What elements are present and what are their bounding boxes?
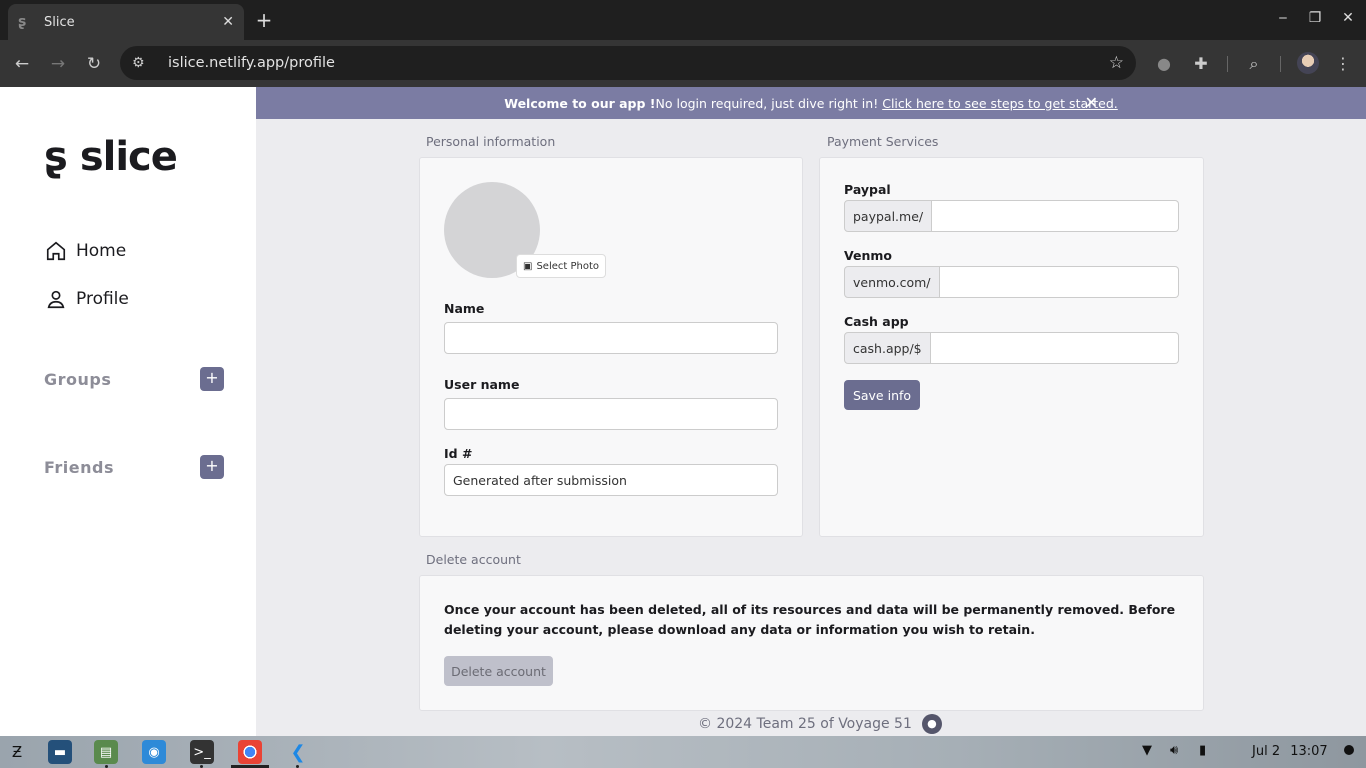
time-text: 13:07 <box>1290 744 1328 759</box>
footer-text: © 2024 Team 25 of Voyage 51 <box>698 716 912 732</box>
cashapp-field[interactable] <box>930 332 1179 364</box>
image-icon: ▣ <box>523 260 533 272</box>
footer: © 2024 Team 25 of Voyage 51 ● <box>698 714 942 734</box>
vscode-icon[interactable]: ❮ <box>286 740 310 764</box>
name-label: Name <box>444 301 485 316</box>
add-group-button[interactable]: + <box>200 367 224 391</box>
groups-section: Groups + <box>44 367 224 391</box>
maximize-icon[interactable]: ❐ <box>1305 10 1325 26</box>
back-icon[interactable]: ← <box>10 52 34 76</box>
venmo-input-group: venmo.com/ <box>844 266 1179 298</box>
select-photo-label: Select Photo <box>536 260 600 272</box>
paypal-prefix: paypal.me/ <box>844 200 933 232</box>
camera-icon[interactable]: ◉ <box>142 740 166 764</box>
delete-account-text: Once your account has been deleted, all … <box>444 602 1176 637</box>
logo-text: slice <box>79 134 178 180</box>
username-field[interactable] <box>444 398 778 430</box>
sidebar: ʂ slice Home Profile Groups + Friends + <box>0 87 256 736</box>
payment-services-card: Paypal paypal.me/ Venmo venmo.com/ Cash … <box>819 157 1204 537</box>
personal-info-title: Personal information <box>426 134 556 149</box>
paypal-field[interactable] <box>932 200 1179 232</box>
name-field[interactable] <box>444 322 778 354</box>
extension-mouse-icon[interactable]: ● <box>1152 52 1176 76</box>
cashapp-prefix: cash.app/$ <box>844 332 931 364</box>
delete-account-button[interactable]: Delete account <box>444 656 553 686</box>
site-settings-icon[interactable]: ⚙ <box>132 55 156 71</box>
forward-icon[interactable]: → <box>46 52 70 76</box>
add-friend-button[interactable]: + <box>200 455 224 479</box>
date-text: Jul 2 <box>1252 744 1281 759</box>
friends-section: Friends + <box>44 455 224 479</box>
os-taskbar: Ƶ ▬ ▤ ◉ >_ ❮ ▼ 🔊︎ ▮ Jul 2 13:07 <box>0 736 1366 768</box>
payment-services-title: Payment Services <box>827 134 939 149</box>
venmo-prefix: venmo.com/ <box>844 266 940 298</box>
battery-icon[interactable]: ▮ <box>1199 743 1206 758</box>
home-icon <box>44 239 68 263</box>
groups-label: Groups <box>44 369 112 389</box>
paypal-input-group: paypal.me/ <box>844 200 1179 232</box>
welcome-banner: Welcome to our app ! No login required, … <box>256 87 1366 119</box>
browser-tab[interactable]: ʂ Slice ✕ <box>8 4 244 40</box>
get-started-link[interactable]: Click here to see steps to get started. <box>882 96 1118 111</box>
clock[interactable]: Jul 2 13:07 <box>1252 744 1328 759</box>
bookmark-star-icon[interactable]: ☆ <box>1109 53 1124 73</box>
app-window-icon[interactable]: ▬ <box>48 740 72 764</box>
venmo-field[interactable] <box>939 266 1179 298</box>
browser-tabstrip: ʂ Slice ✕ + ‒ ❐ ✕ <box>0 0 1366 40</box>
slice-logo[interactable]: ʂ slice <box>44 134 178 180</box>
status-dot-icon[interactable] <box>1344 745 1354 755</box>
id-field[interactable]: Generated after submission <box>444 464 778 496</box>
friends-label: Friends <box>44 457 114 477</box>
reload-icon[interactable]: ↻ <box>82 52 106 76</box>
wifi-icon[interactable]: ▼ <box>1142 743 1152 758</box>
venmo-label: Venmo <box>844 248 892 263</box>
close-window-icon[interactable]: ✕ <box>1338 10 1358 26</box>
save-info-button[interactable]: Save info <box>844 380 920 410</box>
chrome-icon[interactable] <box>238 740 262 764</box>
new-tab-button[interactable]: + <box>254 8 274 32</box>
volume-icon[interactable]: 🔊︎ <box>1170 743 1178 758</box>
github-icon[interactable]: ● <box>921 714 942 734</box>
slice-favicon-icon: ʂ <box>18 14 27 30</box>
launcher-icon[interactable]: Ƶ <box>5 740 29 764</box>
files-icon[interactable]: ▤ <box>94 740 118 764</box>
delete-account-title: Delete account <box>426 552 521 567</box>
tab-close-icon[interactable]: ✕ <box>222 14 234 30</box>
banner-close-icon[interactable]: ✕ <box>1085 93 1098 112</box>
browser-toolbar: ← → ↻ ⚙ islice.netlify.app/profile ☆ ● ✚… <box>0 40 1366 87</box>
profile-avatar[interactable] <box>1297 52 1319 74</box>
personal-info-card: ▣ Select Photo Name User name Id # Gener… <box>419 157 803 537</box>
username-label: User name <box>444 377 520 392</box>
toolbar-separator <box>1227 56 1228 72</box>
select-photo-button[interactable]: ▣ Select Photo <box>516 254 607 278</box>
paypal-label: Paypal <box>844 182 891 197</box>
terminal-icon[interactable]: >_ <box>190 740 214 764</box>
id-label: Id # <box>444 446 473 461</box>
sidebar-item-profile[interactable]: Profile <box>44 287 129 311</box>
toolbar-separator <box>1280 56 1281 72</box>
tab-search-icon[interactable]: ⌕ <box>1242 52 1266 76</box>
sidebar-item-home[interactable]: Home <box>44 239 126 263</box>
sidebar-item-label: Home <box>76 241 127 261</box>
banner-bold-text: Welcome to our app ! <box>504 95 656 111</box>
address-bar[interactable]: ⚙ islice.netlify.app/profile ☆ <box>120 46 1136 80</box>
slice-logo-icon: ʂ <box>44 134 68 180</box>
cashapp-input-group: cash.app/$ <box>844 332 1179 364</box>
banner-text: No login required, just dive right in! <box>655 95 879 111</box>
minimize-icon[interactable]: ‒ <box>1273 10 1293 26</box>
sidebar-item-label: Profile <box>76 289 129 309</box>
url-text[interactable]: islice.netlify.app/profile <box>168 55 335 71</box>
tab-title: Slice <box>44 14 75 30</box>
user-icon <box>44 287 68 311</box>
cashapp-label: Cash app <box>844 314 909 329</box>
extensions-icon[interactable]: ✚ <box>1189 52 1213 76</box>
delete-account-card: Once your account has been deleted, all … <box>419 575 1204 711</box>
app-page: ʂ slice Home Profile Groups + Friends + … <box>0 87 1366 736</box>
more-menu-icon[interactable]: ⋮ <box>1331 52 1355 76</box>
